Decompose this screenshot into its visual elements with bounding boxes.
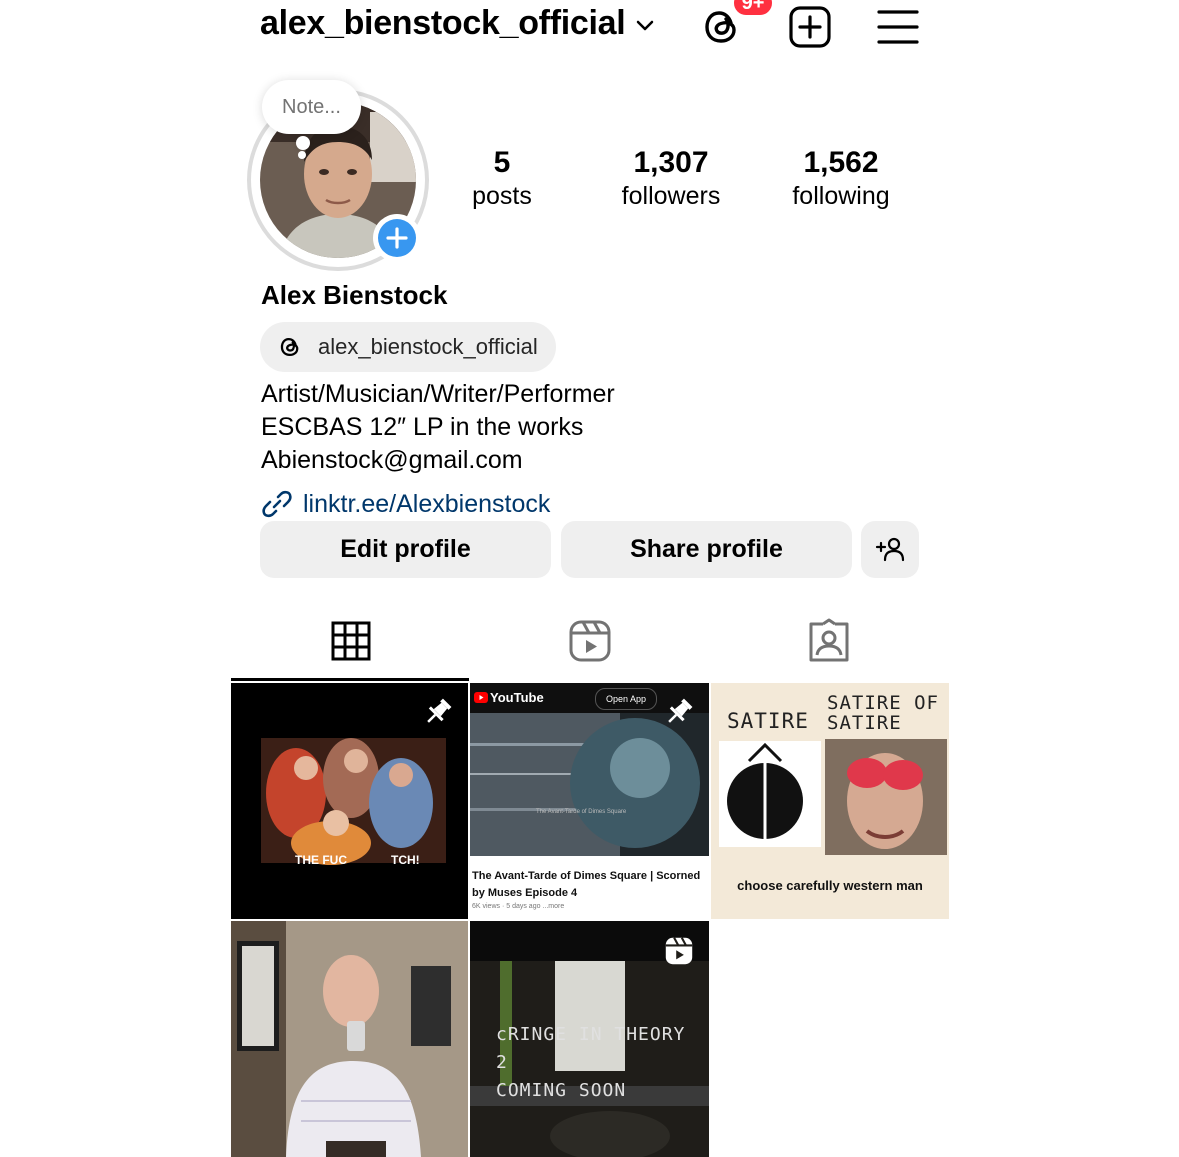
posts-count[interactable]: 5 posts (422, 146, 582, 212)
threads-icon (280, 337, 299, 357)
link-icon (262, 490, 292, 518)
youtube-video-title: The Avant-Tarde of Dimes Square | Scorne… (472, 870, 701, 899)
note-bubble-tail (296, 136, 310, 150)
reels-icon (665, 937, 693, 965)
post-tile[interactable]: SATIRE SATIRE OF SATIRE choose carefully… (711, 683, 949, 919)
post-tile[interactable]: cRINGE IN THEORY 2 COMING SOON (470, 921, 709, 1157)
posts-count-label: posts (472, 182, 532, 210)
reel-overlay-line: COMING SOON (496, 1080, 627, 1101)
following-count-label: following (792, 182, 890, 210)
post-tile[interactable] (231, 921, 468, 1157)
profile-link-text: linktr.ee/Alexbienstock (303, 489, 551, 518)
threads-handle: alex_bienstock_official (318, 334, 538, 359)
following-count-value: 1,562 (803, 146, 879, 179)
post-tile[interactable]: YouTube Open App The Avant-Tarde of Dime… (470, 683, 709, 919)
satire-photo (825, 739, 947, 855)
edit-profile-button[interactable]: Edit profile (260, 521, 551, 578)
create-icon[interactable] (788, 5, 832, 49)
reel-overlay-line: cRINGE IN THEORY 2 (496, 1024, 686, 1073)
note-bubble[interactable]: Note... (262, 80, 361, 134)
video-still (470, 713, 709, 856)
add-person-icon (875, 537, 905, 562)
pin-icon (427, 698, 452, 723)
open-app-label: Open App (595, 688, 658, 710)
threads-badge-link[interactable]: alex_bienstock_official (260, 322, 556, 372)
bio-line: Abienstock@gmail.com (261, 446, 523, 474)
satire-heading-line: SATIRE OF (827, 692, 939, 714)
profile-username[interactable]: alex_bienstock_official (260, 4, 626, 43)
bio: Artist/Musician/Writer/Performer ESCBAS … (261, 378, 615, 477)
chevron-down-icon[interactable] (634, 14, 656, 36)
display-name: Alex Bienstock (261, 280, 448, 310)
video-frame: The Avant-Tarde of Dimes Square (470, 713, 709, 856)
reels-icon[interactable] (567, 618, 613, 664)
pin-icon (668, 698, 693, 723)
notification-badge: 9+ (731, 0, 775, 18)
add-story-button[interactable] (373, 214, 421, 262)
post-thumbnail (231, 921, 468, 1157)
discover-people-button[interactable] (861, 521, 919, 578)
video-overlay-text: The Avant-Tarde of Dimes Square (536, 809, 627, 815)
share-profile-button[interactable]: Share profile (561, 521, 852, 578)
reel-overlay-text: cRINGE IN THEORY 2 COMING SOON (496, 1021, 709, 1105)
note-bubble-tail-small (298, 151, 306, 159)
video-caption: TCH! (391, 853, 420, 867)
followers-count[interactable]: 1,307 followers (591, 146, 751, 212)
following-count[interactable]: 1,562 following (761, 146, 921, 212)
followers-count-label: followers (621, 182, 721, 210)
bio-line: Artist/Musician/Writer/Performer (261, 380, 615, 408)
posts-count-value: 5 (493, 146, 511, 179)
satire-heading: SATIRE (727, 709, 809, 733)
followers-count-value: 1,307 (633, 146, 709, 179)
youtube-brand: YouTube (490, 690, 544, 705)
youtube-video-meta: 6K views · 5 days ago ...more (472, 903, 565, 910)
menu-icon[interactable] (876, 8, 920, 46)
active-tab-indicator (231, 678, 469, 681)
post-caption: choose carefully western man (737, 878, 923, 893)
satire-heading: SATIRE OF SATIRE (827, 693, 939, 733)
grid-icon[interactable] (328, 618, 374, 664)
post-tile[interactable]: THE FUC TCH! (231, 683, 468, 919)
video-caption: THE FUC (295, 853, 347, 867)
profile-link[interactable]: linktr.ee/Alexbienstock (261, 488, 550, 520)
plus-icon (386, 227, 408, 249)
tagged-icon[interactable] (806, 618, 852, 664)
youtube-logo-icon (474, 692, 488, 703)
satire-heading-line: SATIRE (827, 712, 902, 734)
bio-line: ESCBAS 12″ LP in the works (261, 413, 584, 441)
satire-illustration (719, 741, 821, 847)
